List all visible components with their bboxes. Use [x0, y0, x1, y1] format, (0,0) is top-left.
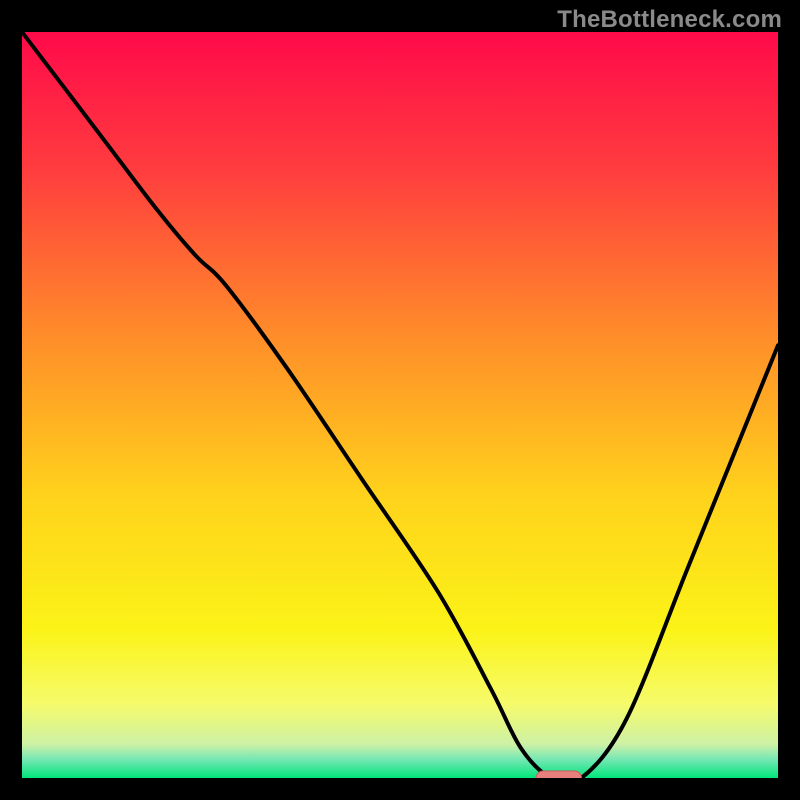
chart-frame: TheBottleneck.com [0, 0, 800, 800]
watermark-text: TheBottleneck.com [557, 6, 782, 34]
chart-svg [0, 0, 800, 800]
optimum-marker [536, 771, 581, 785]
plot-background [22, 32, 778, 778]
